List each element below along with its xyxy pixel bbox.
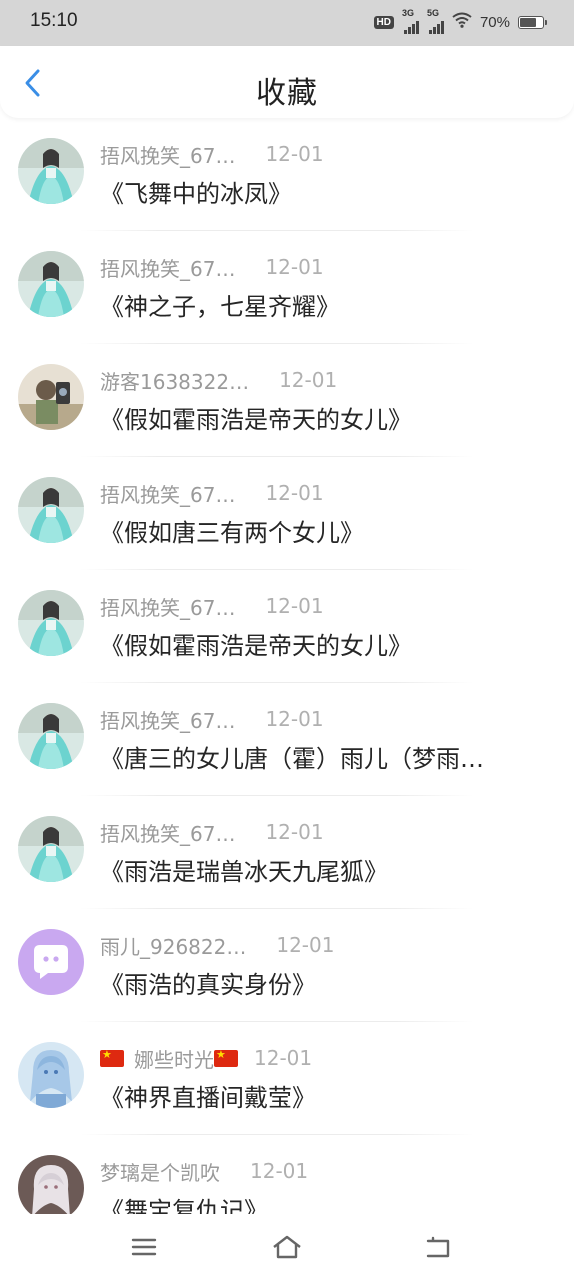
author-name: 捂风挽笑_67… <box>100 482 236 507</box>
battery-text: 70% <box>479 13 510 31</box>
favorite-item[interactable]: 捂风挽笑_67… 12-01 《神之子，七星齐耀》 <box>0 231 574 344</box>
item-title: 《假如霍雨浩是帝天的女儿》 <box>100 632 412 660</box>
author-name: 捂风挽笑_67… <box>100 143 236 168</box>
author-name: 雨儿_926822… <box>100 934 247 959</box>
author-name: 捂风挽笑_67… <box>100 821 236 846</box>
hd-icon: HD <box>373 15 394 29</box>
avatar[interactable] <box>18 1155 84 1214</box>
item-meta: 捂风挽笑_67… 12-01 <box>100 705 324 733</box>
author-name: 娜些时光 <box>134 1047 214 1072</box>
avatar[interactable] <box>18 929 84 995</box>
item-meta: 游客1638322… 12-01 <box>100 366 337 394</box>
item-title: 《雨浩的真实身份》 <box>100 971 316 999</box>
item-title: 《神之子，七星齐耀》 <box>100 293 340 321</box>
item-date: 12-01 <box>265 481 324 505</box>
avatar-image <box>18 929 84 995</box>
favorite-item[interactable]: 娜些时光 12-01 《神界直播间戴莹》 <box>0 1022 574 1135</box>
avatar[interactable] <box>18 816 84 882</box>
avatar-image <box>18 1155 84 1214</box>
item-meta: 捂风挽笑_67… 12-01 <box>100 818 324 846</box>
signal-5g-icon: 5G <box>426 8 444 34</box>
back-nav-button[interactable] <box>418 1230 458 1264</box>
item-title: 《假如霍雨浩是帝天的女儿》 <box>100 406 412 434</box>
signal-3g-icon: 3G <box>401 8 419 34</box>
status-icons: HD 3G 5G 70% <box>373 8 547 34</box>
avatar[interactable] <box>18 703 84 769</box>
item-date: 12-01 <box>279 368 338 392</box>
item-date: 12-01 <box>250 1159 309 1183</box>
avatar[interactable] <box>18 1042 84 1108</box>
china-flag-icon <box>100 1048 124 1067</box>
avatar-image <box>18 816 84 882</box>
favorite-item[interactable]: 捂风挽笑_67… 12-01 《唐三的女儿唐（霍）雨儿（梦雨… <box>0 683 574 796</box>
avatar[interactable] <box>18 477 84 543</box>
avatar-image <box>18 364 84 430</box>
back-icon <box>426 1236 450 1258</box>
status-time: 15:10 <box>30 10 78 31</box>
author-name: 捂风挽笑_67… <box>100 595 236 620</box>
avatar[interactable] <box>18 364 84 430</box>
system-nav-bar <box>0 1214 574 1280</box>
item-date: 12-01 <box>265 594 324 618</box>
author-name: 捂风挽笑_67… <box>100 256 236 281</box>
item-title: 《舞宝复仇记》 <box>100 1197 268 1214</box>
item-date: 12-01 <box>254 1046 313 1070</box>
author-name: 捂风挽笑_67… <box>100 708 236 733</box>
item-meta: 梦璃是个凯吹 12-01 <box>100 1157 308 1185</box>
favorite-item[interactable]: 捂风挽笑_67… 12-01 《雨浩是瑞兽冰天九尾狐》 <box>0 796 574 909</box>
menu-icon <box>131 1238 157 1256</box>
item-meta: 捂风挽笑_67… 12-01 <box>100 140 324 168</box>
wifi-icon <box>452 12 472 32</box>
avatar-image <box>18 1042 84 1108</box>
favorites-list: 捂风挽笑_67… 12-01 《飞舞中的冰凤》 捂风挽笑_67… 12-01 《… <box>0 118 574 1214</box>
author-name: 游客1638322… <box>100 369 250 394</box>
item-meta: 娜些时光 12-01 <box>100 1044 312 1072</box>
item-title: 《飞舞中的冰凤》 <box>100 180 292 208</box>
item-title: 《雨浩是瑞兽冰天九尾狐》 <box>100 858 388 886</box>
favorite-item[interactable]: 捂风挽笑_67… 12-01 《飞舞中的冰凤》 <box>0 118 574 231</box>
home-button[interactable] <box>267 1230 307 1264</box>
avatar-image <box>18 703 84 769</box>
item-date: 12-01 <box>265 255 324 279</box>
favorite-item[interactable]: 捂风挽笑_67… 12-01 《假如唐三有两个女儿》 <box>0 457 574 570</box>
avatar-image <box>18 251 84 317</box>
favorite-item[interactable]: 雨儿_926822… 12-01 《雨浩的真实身份》 <box>0 909 574 1022</box>
item-date: 12-01 <box>276 933 335 957</box>
item-date: 12-01 <box>265 820 324 844</box>
status-bar: 15:10 HD 3G 5G 70% <box>0 0 574 46</box>
avatar-image <box>18 590 84 656</box>
avatar[interactable] <box>18 590 84 656</box>
item-meta: 捂风挽笑_67… 12-01 <box>100 592 324 620</box>
item-title: 《假如唐三有两个女儿》 <box>100 519 364 547</box>
signal-3g-label: 3G <box>401 8 414 18</box>
favorite-item[interactable]: 游客1638322… 12-01 《假如霍雨浩是帝天的女儿》 <box>0 344 574 457</box>
avatar[interactable] <box>18 138 84 204</box>
home-icon <box>273 1235 301 1259</box>
item-date: 12-01 <box>265 142 324 166</box>
favorite-item[interactable]: 梦璃是个凯吹 12-01 《舞宝复仇记》 <box>0 1135 574 1214</box>
page-title: 收藏 <box>256 76 318 111</box>
avatar-image <box>18 138 84 204</box>
avatar-image <box>18 477 84 543</box>
item-meta: 捂风挽笑_67… 12-01 <box>100 253 324 281</box>
signal-5g-label: 5G <box>426 8 439 18</box>
author-name: 梦璃是个凯吹 <box>100 1160 220 1185</box>
header: 收藏 <box>0 46 574 118</box>
china-flag-icon <box>214 1048 238 1067</box>
item-date: 12-01 <box>265 707 324 731</box>
avatar[interactable] <box>18 251 84 317</box>
item-title: 《神界直播间戴莹》 <box>100 1084 316 1112</box>
item-meta: 捂风挽笑_67… 12-01 <box>100 479 324 507</box>
battery-icon <box>518 15 547 29</box>
item-meta: 雨儿_926822… 12-01 <box>100 931 334 959</box>
item-title: 《唐三的女儿唐（霍）雨儿（梦雨… <box>100 745 484 773</box>
favorite-item[interactable]: 捂风挽笑_67… 12-01 《假如霍雨浩是帝天的女儿》 <box>0 570 574 683</box>
menu-button[interactable] <box>124 1230 164 1264</box>
